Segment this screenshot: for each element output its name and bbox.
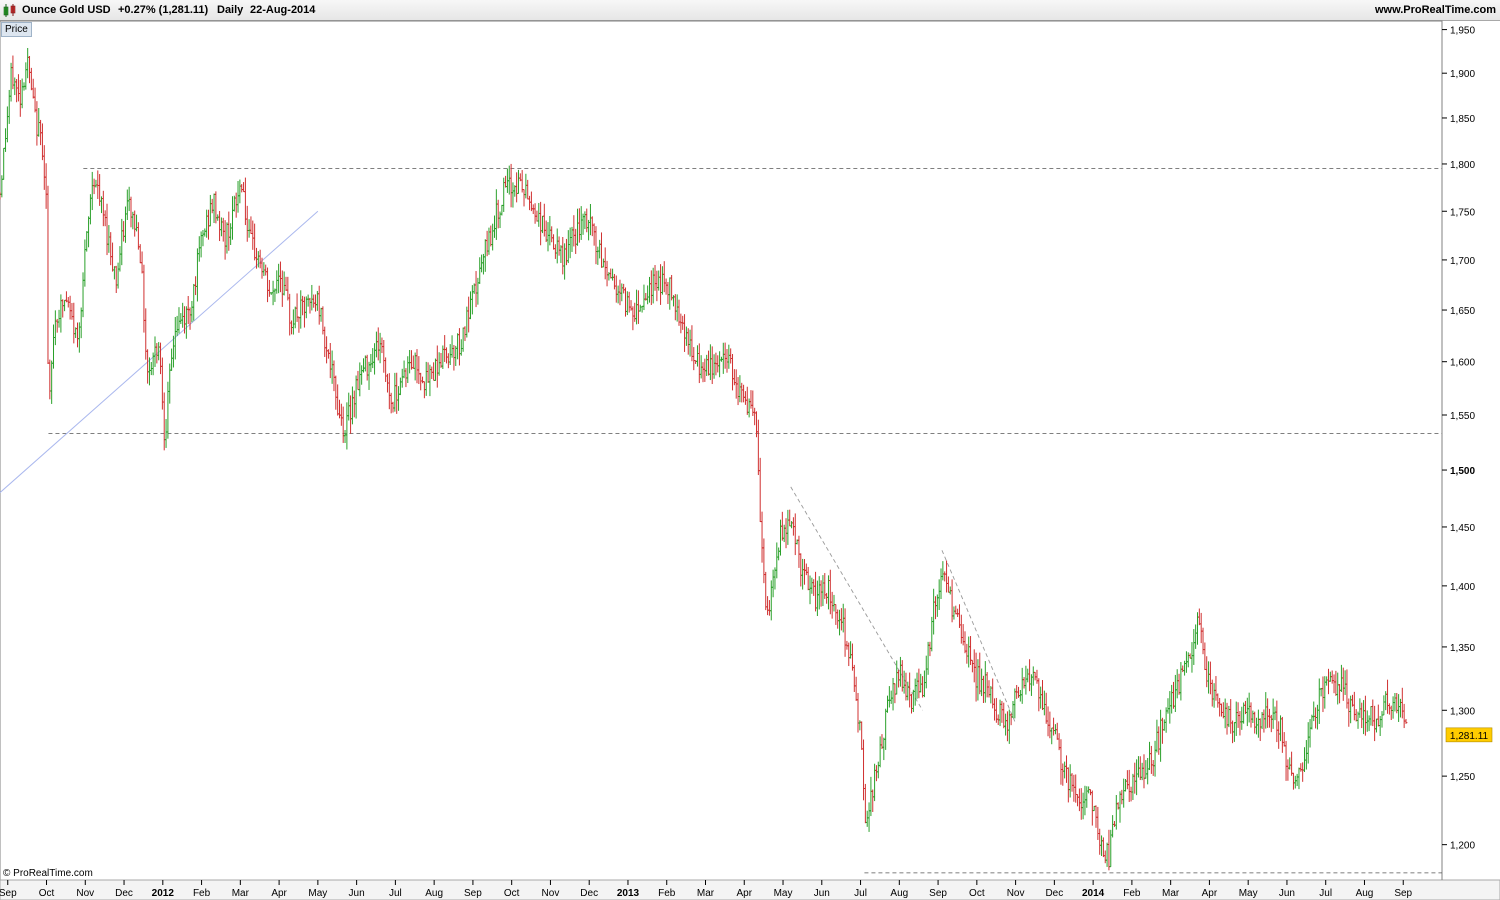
y-tick-label: 1,850	[1450, 114, 1475, 125]
x-tick-label: Feb	[658, 888, 676, 899]
x-tick-label: 2012	[152, 888, 175, 899]
y-tick-label: 1,950	[1450, 26, 1475, 37]
price-chart[interactable]: 1,200 1,250 1,300 1,350 1,400 1,450 1,500 1,550…	[0, 0, 1500, 900]
x-tick-label: Sep	[929, 888, 947, 899]
x-tick-label: Apr	[271, 888, 287, 899]
x-tick-label: May	[308, 888, 327, 899]
y-tick-label: 1,750	[1450, 207, 1475, 218]
y-tick-label: 1,900	[1450, 69, 1475, 80]
y-tick-label: 1,500	[1450, 466, 1475, 477]
x-tick-label: Dec	[115, 888, 133, 899]
y-tick-label: 1,450	[1450, 523, 1475, 534]
x-tick-label: Nov	[1007, 888, 1025, 899]
x-tick-label: Apr	[736, 888, 752, 899]
y-tick-label: 1,600	[1450, 358, 1475, 369]
y-tick-label: 1,550	[1450, 411, 1475, 422]
x-tick-label: 2013	[617, 888, 640, 899]
x-tick-label: Mar	[232, 888, 250, 899]
y-tick-label: 1,800	[1450, 160, 1475, 171]
x-tick-label: Jul	[1319, 888, 1332, 899]
copyright-notice: © ProRealTime.com	[3, 868, 93, 879]
x-tick-label: Aug	[890, 888, 908, 899]
x-tick-label: Jun	[814, 888, 830, 899]
x-tick-label: Mar	[697, 888, 715, 899]
plot-frame	[0, 20, 1443, 881]
x-tick-label: Sep	[464, 888, 482, 899]
y-tick-label: 1,700	[1450, 256, 1475, 267]
x-tick-label: Feb	[193, 888, 211, 899]
x-tick-label: Oct	[969, 888, 985, 899]
x-tick-label: Sep	[1394, 888, 1412, 899]
x-tick-label: Jun	[1279, 888, 1295, 899]
y-tick-label: 1,650	[1450, 306, 1475, 317]
x-tick-label: Nov	[542, 888, 560, 899]
x-tick-label: Aug	[425, 888, 443, 899]
x-tick-label: Dec	[1045, 888, 1063, 899]
x-tick-label: Oct	[504, 888, 520, 899]
y-tick-label: 1,250	[1450, 772, 1475, 783]
downtrend-line[interactable]	[941, 550, 1017, 724]
y-tick-label: 1,200	[1450, 841, 1475, 852]
last-price-label: 1,281.11	[1450, 731, 1489, 742]
ohlc-bars	[0, 47, 1408, 871]
downtrend-line[interactable]	[790, 486, 923, 711]
x-tick-label: 2014	[1082, 888, 1105, 899]
x-tick-label: Feb	[1123, 888, 1141, 899]
y-tick-label: 1,350	[1450, 643, 1475, 654]
x-tick-label: Jul	[854, 888, 867, 899]
x-tick-label: Dec	[580, 888, 598, 899]
x-tick-label: Jul	[389, 888, 402, 899]
x-tick-label: Jun	[349, 888, 365, 899]
y-tick-label: 1,300	[1450, 706, 1475, 717]
y-tick-label: 1,400	[1450, 582, 1475, 593]
x-tick-label: Aug	[1356, 888, 1374, 899]
x-tick-label: Oct	[39, 888, 55, 899]
x-tick-label: Apr	[1202, 888, 1218, 899]
x-tick-label: Sep	[0, 888, 17, 899]
panel-label-price[interactable]: Price	[1, 22, 32, 37]
x-tick-label: Mar	[1162, 888, 1180, 899]
x-tick-label: May	[774, 888, 793, 899]
x-tick-label: Nov	[76, 888, 94, 899]
x-tick-label: May	[1239, 888, 1258, 899]
